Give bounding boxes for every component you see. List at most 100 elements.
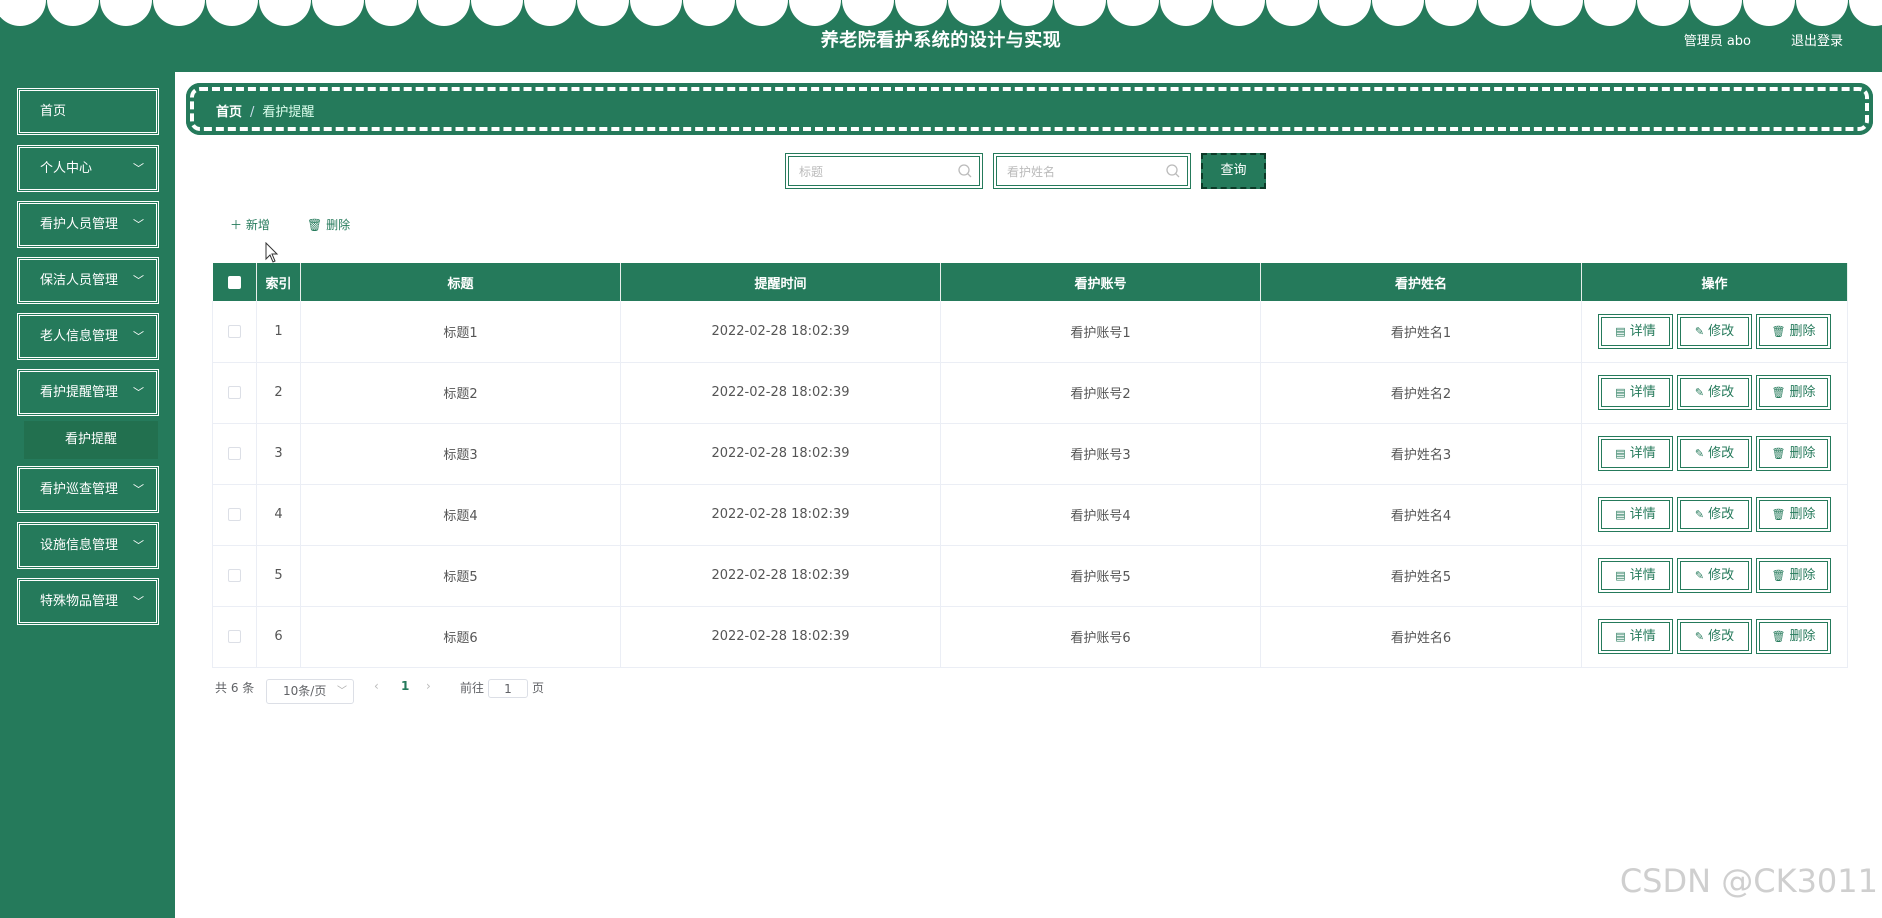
page-number[interactable]: 1 <box>401 679 409 693</box>
delete-label: 删除 <box>326 218 351 232</box>
sidebar-item-label: 老人信息管理 <box>40 329 119 344</box>
pencil-icon: ✎ <box>1694 324 1705 338</box>
row-checkbox[interactable] <box>228 324 241 338</box>
detail-button[interactable]: ▤ 详情 <box>1598 313 1673 349</box>
row-select-cell <box>212 484 257 546</box>
page-size-select[interactable]: 10条/页 ﹀ <box>266 679 354 704</box>
title-cell: 标题5 <box>300 545 621 607</box>
sidebar-item-personal-center[interactable]: 个人中心 ﹀ <box>17 145 159 192</box>
logout-link[interactable]: 退出登录 <box>1791 30 1843 49</box>
time-cell: 2022-02-28 18:02:39 <box>620 362 941 424</box>
document-icon: ▤ <box>1615 508 1626 521</box>
edit-label: 修改 <box>1708 323 1735 339</box>
index-cell: 4 <box>256 484 301 546</box>
chevron-down-icon: ﹀ <box>337 686 347 697</box>
sidebar-item-label: 看护提醒管理 <box>40 385 119 400</box>
document-icon: ▤ <box>1615 569 1626 582</box>
edit-button[interactable]: ✎ 修改 <box>1677 497 1752 532</box>
row-checkbox[interactable] <box>228 447 241 460</box>
row-delete-button[interactable]: 🗑 删除 <box>1756 375 1831 410</box>
row-checkbox[interactable] <box>228 386 241 399</box>
account-cell: 看护账号4 <box>940 484 1261 546</box>
pencil-icon: ✎ <box>1694 508 1705 521</box>
edit-button[interactable]: ✎ 修改 <box>1677 619 1752 654</box>
row-checkbox[interactable] <box>228 508 241 521</box>
sidebar-item-label: 保洁人员管理 <box>40 273 119 288</box>
detail-button[interactable]: ▤ 详情 <box>1598 558 1673 593</box>
sidebar: 首页 个人中心 ﹀ 看护人员管理 ﹀ 保洁人员管理 ﹀ 老人信息管理 ﹀ 看护提… <box>0 72 175 918</box>
row-delete-button[interactable]: 🗑 删除 <box>1756 313 1831 349</box>
trash-icon: 🗑 <box>1771 569 1786 582</box>
next-page-icon[interactable]: › <box>426 679 431 693</box>
sidebar-item-cleaner-mgmt[interactable]: 保洁人员管理 ﹀ <box>17 257 159 304</box>
detail-button[interactable]: ▤ 详情 <box>1598 497 1673 532</box>
goto-label: 前往 <box>460 681 485 695</box>
sidebar-subitem-reminder[interactable]: 看护提醒 <box>24 421 158 459</box>
index-cell: 3 <box>256 423 301 485</box>
index-cell: 6 <box>256 606 301 668</box>
breadcrumb-current: 看护提醒 <box>262 105 315 120</box>
delete-label: 删除 <box>1789 323 1816 339</box>
title-cell: 标题4 <box>300 484 621 546</box>
name-search-input[interactable] <box>1007 162 1157 182</box>
select-all-checkbox[interactable] <box>227 275 241 289</box>
sidebar-item-label: 看护人员管理 <box>40 217 119 232</box>
name-cell: 看护姓名5 <box>1260 545 1582 607</box>
detail-button[interactable]: ▤ 详情 <box>1598 375 1673 410</box>
add-button[interactable]: ＋ 新增 <box>230 216 270 233</box>
edit-button[interactable]: ✎ 修改 <box>1677 313 1752 349</box>
detail-button[interactable]: ▤ 详情 <box>1598 619 1673 654</box>
column-header: 看护姓名 <box>1260 263 1582 301</box>
query-button[interactable]: 查询 <box>1201 153 1266 189</box>
pencil-icon: ✎ <box>1694 630 1705 643</box>
batch-delete-button[interactable]: 🗑 删除 <box>307 216 350 233</box>
sidebar-item-label: 个人中心 <box>40 161 93 176</box>
title-cell: 标题6 <box>300 606 621 668</box>
mouse-cursor-icon <box>265 242 279 263</box>
name-cell: 看护姓名3 <box>1260 423 1582 485</box>
sidebar-item-home[interactable]: 首页 <box>17 88 159 135</box>
table-row: 3 标题3 2022-02-28 18:02:39 看护账号3 看护姓名3 ▤ 详情 ✎ 修改 🗑… <box>212 423 1848 485</box>
row-delete-button[interactable]: 🗑 删除 <box>1756 497 1831 532</box>
trash-icon: 🗑 <box>1771 630 1786 643</box>
detail-label: 详情 <box>1629 568 1656 583</box>
row-checkbox[interactable] <box>228 630 241 643</box>
goto-page-input[interactable] <box>488 679 528 698</box>
actions-cell: ▤ 详情 ✎ 修改 🗑 删除 <box>1581 545 1848 607</box>
edit-button[interactable]: ✎ 修改 <box>1677 375 1752 410</box>
sidebar-item-label: 设施信息管理 <box>40 538 119 553</box>
row-delete-button[interactable]: 🗑 删除 <box>1756 436 1831 471</box>
chevron-down-icon: ﹀ <box>133 595 144 608</box>
sidebar-item-special-items-mgmt[interactable]: 特殊物品管理 ﹀ <box>17 578 159 625</box>
search-icon <box>1166 164 1180 178</box>
sidebar-item-facility-mgmt[interactable]: 设施信息管理 ﹀ <box>17 522 159 569</box>
account-cell: 看护账号2 <box>940 362 1261 424</box>
time-cell: 2022-02-28 18:02:39 <box>620 606 941 668</box>
name-search-field <box>993 153 1191 189</box>
actions-cell: ▤ 详情 ✎ 修改 🗑 删除 <box>1581 423 1848 485</box>
delete-label: 删除 <box>1789 446 1816 461</box>
delete-label: 删除 <box>1789 507 1816 522</box>
sidebar-item-label: 看护巡查管理 <box>40 482 119 497</box>
sidebar-item-caregiver-mgmt[interactable]: 看护人员管理 ﹀ <box>17 201 159 248</box>
title-cell: 标题1 <box>300 301 621 363</box>
row-delete-button[interactable]: 🗑 删除 <box>1756 619 1831 654</box>
account-cell: 看护账号3 <box>940 423 1261 485</box>
sidebar-item-patrol-mgmt[interactable]: 看护巡查管理 ﹀ <box>17 466 159 513</box>
row-delete-button[interactable]: 🗑 删除 <box>1756 558 1831 593</box>
name-cell: 看护姓名1 <box>1260 301 1582 363</box>
row-checkbox[interactable] <box>228 569 241 582</box>
sidebar-item-reminder-mgmt[interactable]: 看护提醒管理 ﹀ <box>17 369 159 416</box>
sidebar-item-label: 特殊物品管理 <box>40 594 119 609</box>
detail-button[interactable]: ▤ 详情 <box>1598 436 1673 471</box>
prev-page-icon[interactable]: ‹ <box>374 679 379 693</box>
page-size-value: 10条/页 <box>283 684 327 698</box>
title-search-input[interactable] <box>799 162 949 182</box>
pencil-icon: ✎ <box>1694 569 1705 582</box>
name-cell: 看护姓名6 <box>1260 606 1582 668</box>
breadcrumb-home[interactable]: 首页 <box>216 105 242 120</box>
sidebar-item-elder-info-mgmt[interactable]: 老人信息管理 ﹀ <box>17 313 159 360</box>
edit-button[interactable]: ✎ 修改 <box>1677 436 1752 471</box>
trash-icon: 🗑 <box>307 218 323 232</box>
edit-button[interactable]: ✎ 修改 <box>1677 558 1752 593</box>
